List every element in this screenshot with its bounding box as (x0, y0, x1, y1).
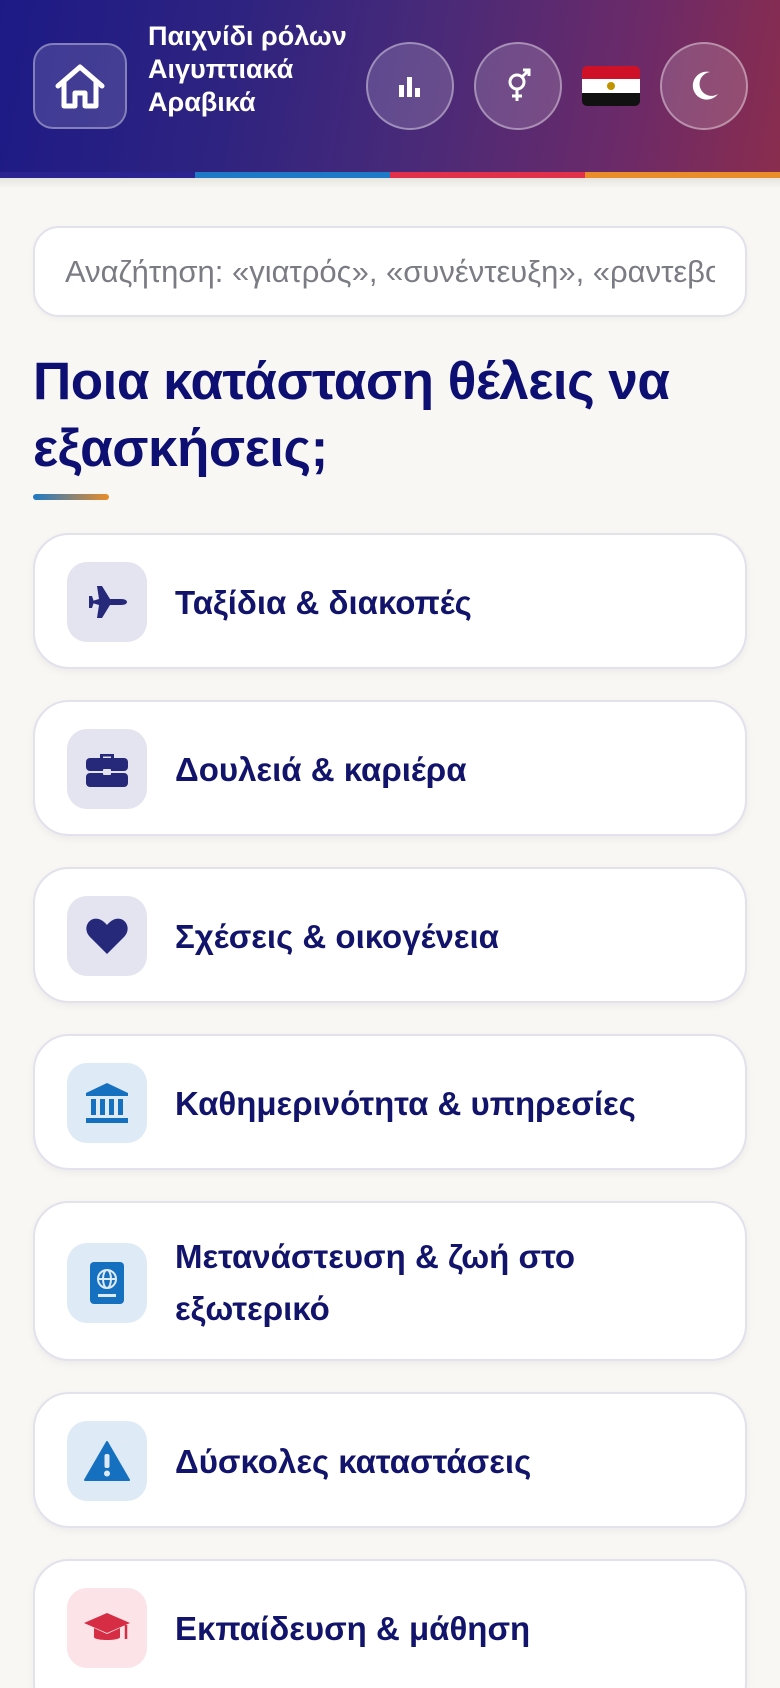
airplane-icon (67, 562, 147, 642)
header-shadow (0, 178, 780, 188)
category-label: Ταξίδια & διακοπές (175, 584, 472, 621)
category-card-difficult-situations[interactable]: Δύσκολες καταστάσεις (33, 1392, 747, 1528)
category-card-relationships[interactable]: Σχέσεις & οικογένεια (33, 867, 747, 1003)
category-card-work[interactable]: Δουλειά & καριέρα (33, 700, 747, 836)
gender-button[interactable] (474, 42, 562, 130)
passport-icon (67, 1243, 147, 1323)
category-label: Σχέσεις & οικογένεια (175, 918, 499, 955)
home-icon (55, 64, 105, 109)
bar-chart-icon (399, 77, 420, 97)
title-underline (33, 494, 109, 500)
category-card-education[interactable]: Εκπαίδευση & μάθηση (33, 1559, 747, 1688)
category-label: Καθημερινότητα & υπηρεσίες (175, 1085, 636, 1122)
category-label: Μετανάστευση & ζωή στο εξωτερικό (175, 1238, 576, 1327)
category-card-travel[interactable]: Ταξίδια & διακοπές (33, 533, 747, 669)
category-card-daily-life[interactable]: Καθημερινότητα & υπηρεσίες (33, 1034, 747, 1170)
search-input[interactable] (33, 226, 747, 317)
stats-button[interactable] (366, 42, 454, 130)
gender-icon (508, 68, 531, 101)
home-button[interactable] (33, 43, 127, 129)
heart-icon (67, 896, 147, 976)
moon-icon (692, 71, 718, 100)
warning-icon (67, 1421, 147, 1501)
app-header: Παιχνίδι ρόλων Αιγυπτιακά Αραβικά (0, 0, 780, 178)
page-title: Ποια κατάσταση θέλεις να εξασκήσεις; (33, 352, 670, 478)
graduation-cap-icon (67, 1588, 147, 1668)
bank-icon (67, 1063, 147, 1143)
egypt-flag-icon[interactable] (582, 66, 640, 106)
app-title: Παιχνίδι ρόλων Αιγυπτιακά Αραβικά (148, 21, 347, 117)
briefcase-icon (67, 729, 147, 809)
category-card-migration[interactable]: Μετανάστευση & ζωή στο εξωτερικό (33, 1201, 747, 1361)
category-label: Δουλειά & καριέρα (175, 751, 467, 788)
category-label: Δύσκολες καταστάσεις (175, 1443, 532, 1480)
theme-toggle-button[interactable] (660, 42, 748, 130)
category-label: Εκπαίδευση & μάθηση (175, 1610, 531, 1647)
